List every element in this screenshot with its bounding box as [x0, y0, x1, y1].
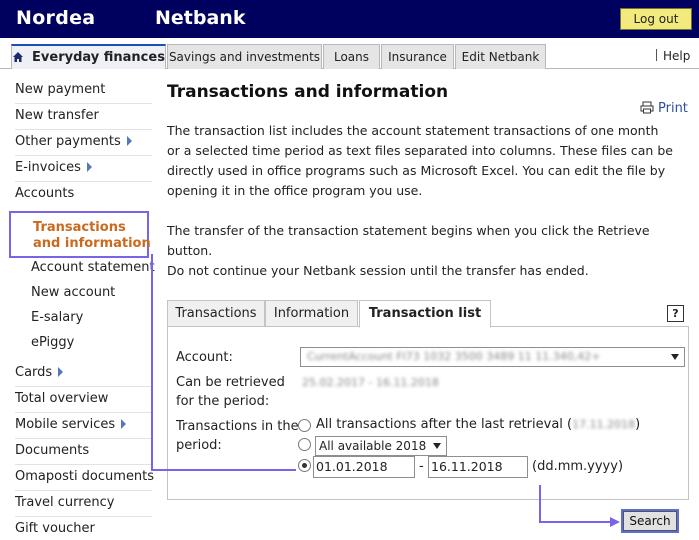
retrievable-label-line2: for the period: [176, 394, 270, 409]
text-line: Do not continue your Netbank session unt… [167, 263, 589, 278]
print-label: Print [658, 101, 688, 116]
option-label: All transactions after the last retrieva… [316, 417, 573, 432]
sidebar-item-label: E-invoices [15, 160, 81, 175]
sidebar-item-documents[interactable]: Documents [15, 443, 89, 458]
sidebar-item-omaposti-documents[interactable]: Omaposti documents [15, 469, 154, 484]
printer-icon [640, 101, 654, 114]
sidebar-divider [15, 516, 152, 517]
nordea-logo[interactable]: Nordea [16, 7, 95, 29]
date-format-hint: (dd.mm.yyyy) [532, 459, 624, 474]
sidebar-item-mobile-services[interactable]: Mobile services [15, 417, 127, 432]
sidebar-divider [15, 490, 152, 491]
sidebar-divider [15, 412, 152, 413]
app-name: Netbank [155, 7, 246, 29]
sidebar-item-travel-currency[interactable]: Travel currency [15, 495, 114, 510]
tab-everyday-finances[interactable]: Everyday finances [11, 44, 166, 69]
sidebar-item-transactions-and-information[interactable]: Transactions and information [33, 220, 153, 252]
sidebar-item-label: Mobile services [15, 417, 116, 432]
text-line: The transfer of the transaction statemen… [167, 223, 650, 258]
text-line: or a selected time period as text files … [167, 143, 673, 158]
sidebar-divider [15, 438, 152, 439]
text-line: directly used in office programs such as… [167, 163, 666, 178]
sidebar-active-highlight: Transactions and information [9, 211, 151, 258]
main-navigation: Everyday finances Savings and investment… [0, 38, 699, 70]
retrievable-period-value: 25.02.2017 - 16.11.2018 [302, 376, 439, 389]
sidebar-item-label: Cards [15, 365, 53, 380]
help-label: Help [663, 49, 691, 63]
print-link[interactable]: Print [640, 101, 688, 116]
date-range-separator: - [419, 459, 424, 474]
sidebar-divider [15, 464, 152, 465]
sidebar-item-cards[interactable]: Cards [15, 365, 64, 380]
sidebar-item-gift-voucher[interactable]: Gift voucher [15, 521, 95, 536]
tab-information[interactable]: Information [265, 300, 358, 327]
help-separator [656, 49, 657, 61]
tab-transaction-list[interactable]: Transaction list [359, 300, 491, 328]
tab-edit-netbank[interactable]: Edit Netbank [455, 44, 546, 69]
sidebar-divider [15, 103, 152, 104]
tab-insurance[interactable]: Insurance [381, 44, 454, 69]
sidebar-item-account-statement[interactable]: Account statement [31, 260, 155, 275]
last-retrieval-date: 17.11.2018 [572, 418, 636, 431]
radio-all-after-last-retrieval[interactable] [298, 419, 311, 432]
sidebar-item-e-invoices[interactable]: E-invoices [15, 160, 92, 175]
page-title: Transactions and information [167, 82, 449, 102]
sidebar-item-new-payment[interactable]: New payment [15, 82, 105, 97]
text-line: opening it in the office program you use… [167, 183, 423, 198]
chevron-right-icon [86, 162, 92, 172]
search-button[interactable]: Search [621, 509, 679, 533]
date-from-input[interactable]: 01.01.2018 [313, 456, 415, 478]
date-to-input[interactable]: 16.11.2018 [428, 456, 528, 478]
chevron-right-icon [121, 419, 127, 429]
period-label-line2: period: [176, 438, 222, 453]
chevron-down-icon [433, 443, 441, 449]
account-select[interactable]: CurrentAccount FI73 1032 3500 3489 11 11… [300, 347, 685, 367]
help-link[interactable]: Help [656, 49, 690, 63]
option-label-close: ) [635, 417, 641, 432]
sidebar-item-new-transfer[interactable]: New transfer [15, 108, 99, 123]
text-line: The transaction list includes the accoun… [167, 123, 659, 138]
arrowhead-icon [610, 517, 620, 527]
sidebar-item-total-overview[interactable]: Total overview [15, 391, 108, 406]
retrievable-label-line1: Can be retrieved [176, 375, 285, 390]
sidebar-divider [15, 386, 152, 387]
year-select-value: All available 2018 [319, 439, 427, 453]
sidebar-item-new-account[interactable]: New account [31, 285, 115, 300]
chevron-down-icon [671, 354, 679, 360]
radio-date-range[interactable] [298, 459, 311, 472]
tab-transactions[interactable]: Transactions [167, 300, 265, 327]
help-icon[interactable]: ? [667, 305, 684, 322]
transfer-note-paragraph: The transfer of the transaction statemen… [167, 221, 687, 281]
sidebar-item-epiggy[interactable]: ePiggy [31, 335, 74, 350]
chevron-right-icon [58, 367, 64, 377]
top-bar: Nordea Netbank Log out [0, 0, 699, 38]
sidebar-divider [15, 155, 152, 156]
description-paragraph: The transaction list includes the accoun… [167, 121, 687, 201]
tab-savings-and-investments[interactable]: Savings and investments [167, 44, 322, 69]
sidebar-item-e-salary[interactable]: E-salary [31, 310, 83, 325]
sidebar-divider [15, 181, 152, 182]
tab-loans[interactable]: Loans [323, 44, 380, 69]
logout-button[interactable]: Log out [620, 8, 692, 30]
radio-year-select[interactable] [298, 438, 311, 451]
tab-label: Everyday finances [32, 50, 165, 65]
sidebar-item-accounts[interactable]: Accounts [15, 186, 74, 201]
sidebar-divider [15, 129, 152, 130]
chevron-right-icon [126, 136, 132, 146]
home-icon [13, 52, 24, 62]
option-all-after-last-retrieval[interactable]: All transactions after the last retrieva… [316, 417, 640, 432]
period-label-line1: Transactions in the [176, 419, 299, 434]
account-label: Account: [176, 350, 233, 365]
account-value: CurrentAccount FI73 1032 3500 3489 11 11… [307, 350, 601, 363]
year-select[interactable]: All available 2018 [315, 436, 447, 456]
sidebar-item-label: Other payments [15, 134, 121, 149]
sidebar-item-other-payments[interactable]: Other payments [15, 134, 132, 149]
